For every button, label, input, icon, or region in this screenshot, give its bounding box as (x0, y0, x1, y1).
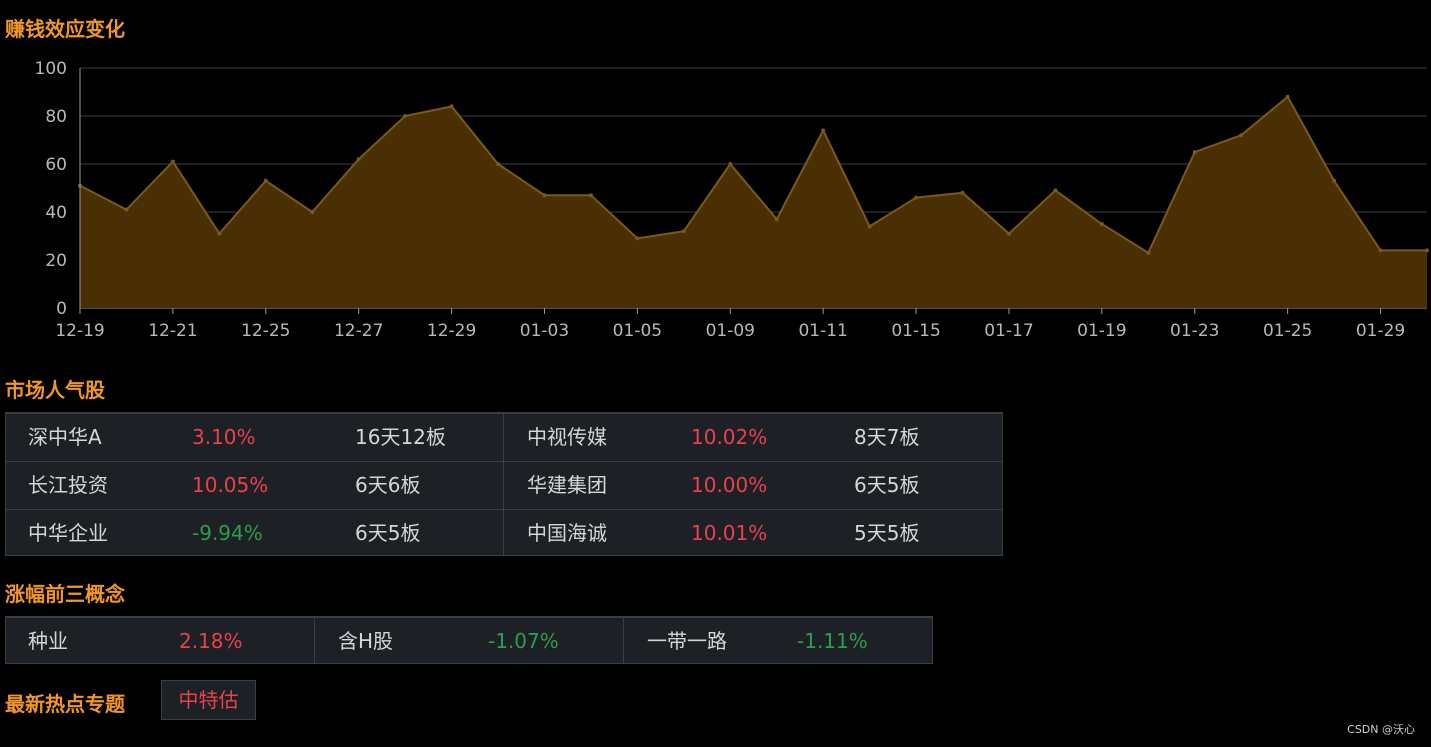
stock-name[interactable]: 华建集团 (527, 462, 607, 509)
data-point (1239, 133, 1244, 138)
x-tick-label: 12-27 (334, 321, 383, 341)
data-point (449, 104, 454, 109)
data-point (1006, 231, 1011, 236)
stock-name[interactable]: 长江投资 (28, 462, 108, 509)
data-point (263, 178, 268, 183)
concept-name[interactable]: 一带一路 (647, 618, 727, 665)
stock-boards: 5天5板 (854, 521, 920, 545)
table-row: 种业 2.18% 含H股 -1.07% 一带一路 -1.11% (6, 617, 932, 664)
x-tick-label: 01-03 (520, 321, 569, 341)
x-tick-label: 12-29 (427, 321, 476, 341)
popular-stocks-title: 市场人气股 (5, 378, 105, 402)
x-tick-label: 01-11 (798, 321, 847, 341)
data-point (867, 224, 872, 229)
data-point (310, 210, 315, 214)
stock-name[interactable]: 深中华A (28, 414, 102, 461)
data-point (728, 162, 733, 166)
table-row: 中华企业 -9.94% 6天5板 中国海诚 10.01% 5天5板 (6, 509, 1002, 557)
stock-name[interactable]: 中国海诚 (527, 510, 607, 557)
hotspot-tag[interactable]: 中特估 (161, 680, 256, 720)
concept-name[interactable]: 种业 (28, 618, 68, 665)
data-point (774, 217, 779, 222)
stock-change: 10.00% (691, 473, 768, 497)
top-concepts-title: 涨幅前三概念 (5, 582, 125, 606)
data-point (1146, 250, 1151, 255)
stock-name[interactable]: 中华企业 (28, 510, 108, 557)
data-point (588, 193, 593, 198)
concept-change: -1.07% (488, 629, 559, 653)
stock-name[interactable]: 中视传媒 (527, 414, 607, 461)
stock-boards: 8天7板 (854, 425, 920, 449)
data-point (496, 162, 501, 166)
concept-name[interactable]: 含H股 (338, 618, 393, 665)
data-point (1332, 178, 1337, 183)
data-point (1425, 248, 1429, 253)
x-tick-label: 01-19 (1077, 321, 1126, 341)
stock-boards: 6天5板 (854, 473, 920, 497)
data-point (124, 207, 129, 212)
x-tick-label: 01-25 (1263, 321, 1312, 341)
table-row: 深中华A 3.10% 16天12板 中视传媒 10.02% 8天7板 (6, 413, 1002, 461)
stock-boards: 16天12板 (355, 425, 446, 449)
stock-boards: 6天6板 (355, 473, 421, 497)
data-point (403, 114, 408, 118)
data-point (960, 190, 965, 195)
data-point (1053, 188, 1058, 193)
stock-change: -9.94% (192, 521, 263, 545)
data-point (170, 159, 175, 164)
y-tick-label: 60 (45, 155, 67, 175)
data-point (1378, 248, 1383, 253)
data-point (1192, 150, 1197, 154)
x-tick-label: 01-09 (706, 321, 755, 341)
data-point (681, 229, 686, 234)
data-point (1099, 222, 1104, 226)
data-point (821, 128, 826, 133)
popular-stocks-table: 深中华A 3.10% 16天12板 中视传媒 10.02% 8天7板 长江投资 … (5, 412, 1003, 556)
y-tick-label: 80 (45, 107, 67, 127)
stock-change: 3.10% (192, 425, 256, 449)
watermark-credit: CSDN @沃心 (1347, 723, 1415, 736)
top-concepts-table: 种业 2.18% 含H股 -1.07% 一带一路 -1.11% (5, 616, 933, 664)
x-tick-label: 12-19 (55, 321, 104, 341)
area-fill (80, 96, 1427, 308)
money-effect-chart: 0 20 40 60 80 100 12-19 12-21 12-25 12-27 12-29 01-… (35, 59, 1429, 341)
data-point (542, 193, 547, 198)
x-tick-label: 01-15 (891, 321, 940, 341)
x-tick-label: 12-25 (241, 321, 290, 341)
hotspot-title: 最新热点专题 (5, 692, 125, 716)
stock-change: 10.05% (192, 473, 269, 497)
y-tick-label: 0 (56, 299, 67, 319)
concept-change: -1.11% (797, 629, 868, 653)
x-tick-label: 01-05 (613, 321, 662, 341)
y-tick-label: 100 (35, 59, 67, 79)
data-point (217, 231, 222, 236)
stock-boards: 6天5板 (355, 521, 421, 545)
y-tick-label: 20 (45, 251, 67, 271)
concept-change: 2.18% (179, 629, 243, 653)
data-point (1285, 94, 1290, 99)
x-tick-label: 01-23 (1170, 321, 1219, 341)
stock-change: 10.02% (691, 425, 768, 449)
data-point (356, 157, 361, 162)
data-point (635, 236, 640, 241)
data-point (914, 195, 919, 200)
x-tick-label: 01-17 (984, 321, 1033, 341)
x-tick-label: 12-21 (148, 321, 197, 341)
x-tick-label: 01-29 (1356, 321, 1405, 341)
table-row: 长江投资 10.05% 6天6板 华建集团 10.00% 6天5板 (6, 461, 1002, 509)
y-tick-label: 40 (45, 203, 67, 223)
stock-change: 10.01% (691, 521, 768, 545)
